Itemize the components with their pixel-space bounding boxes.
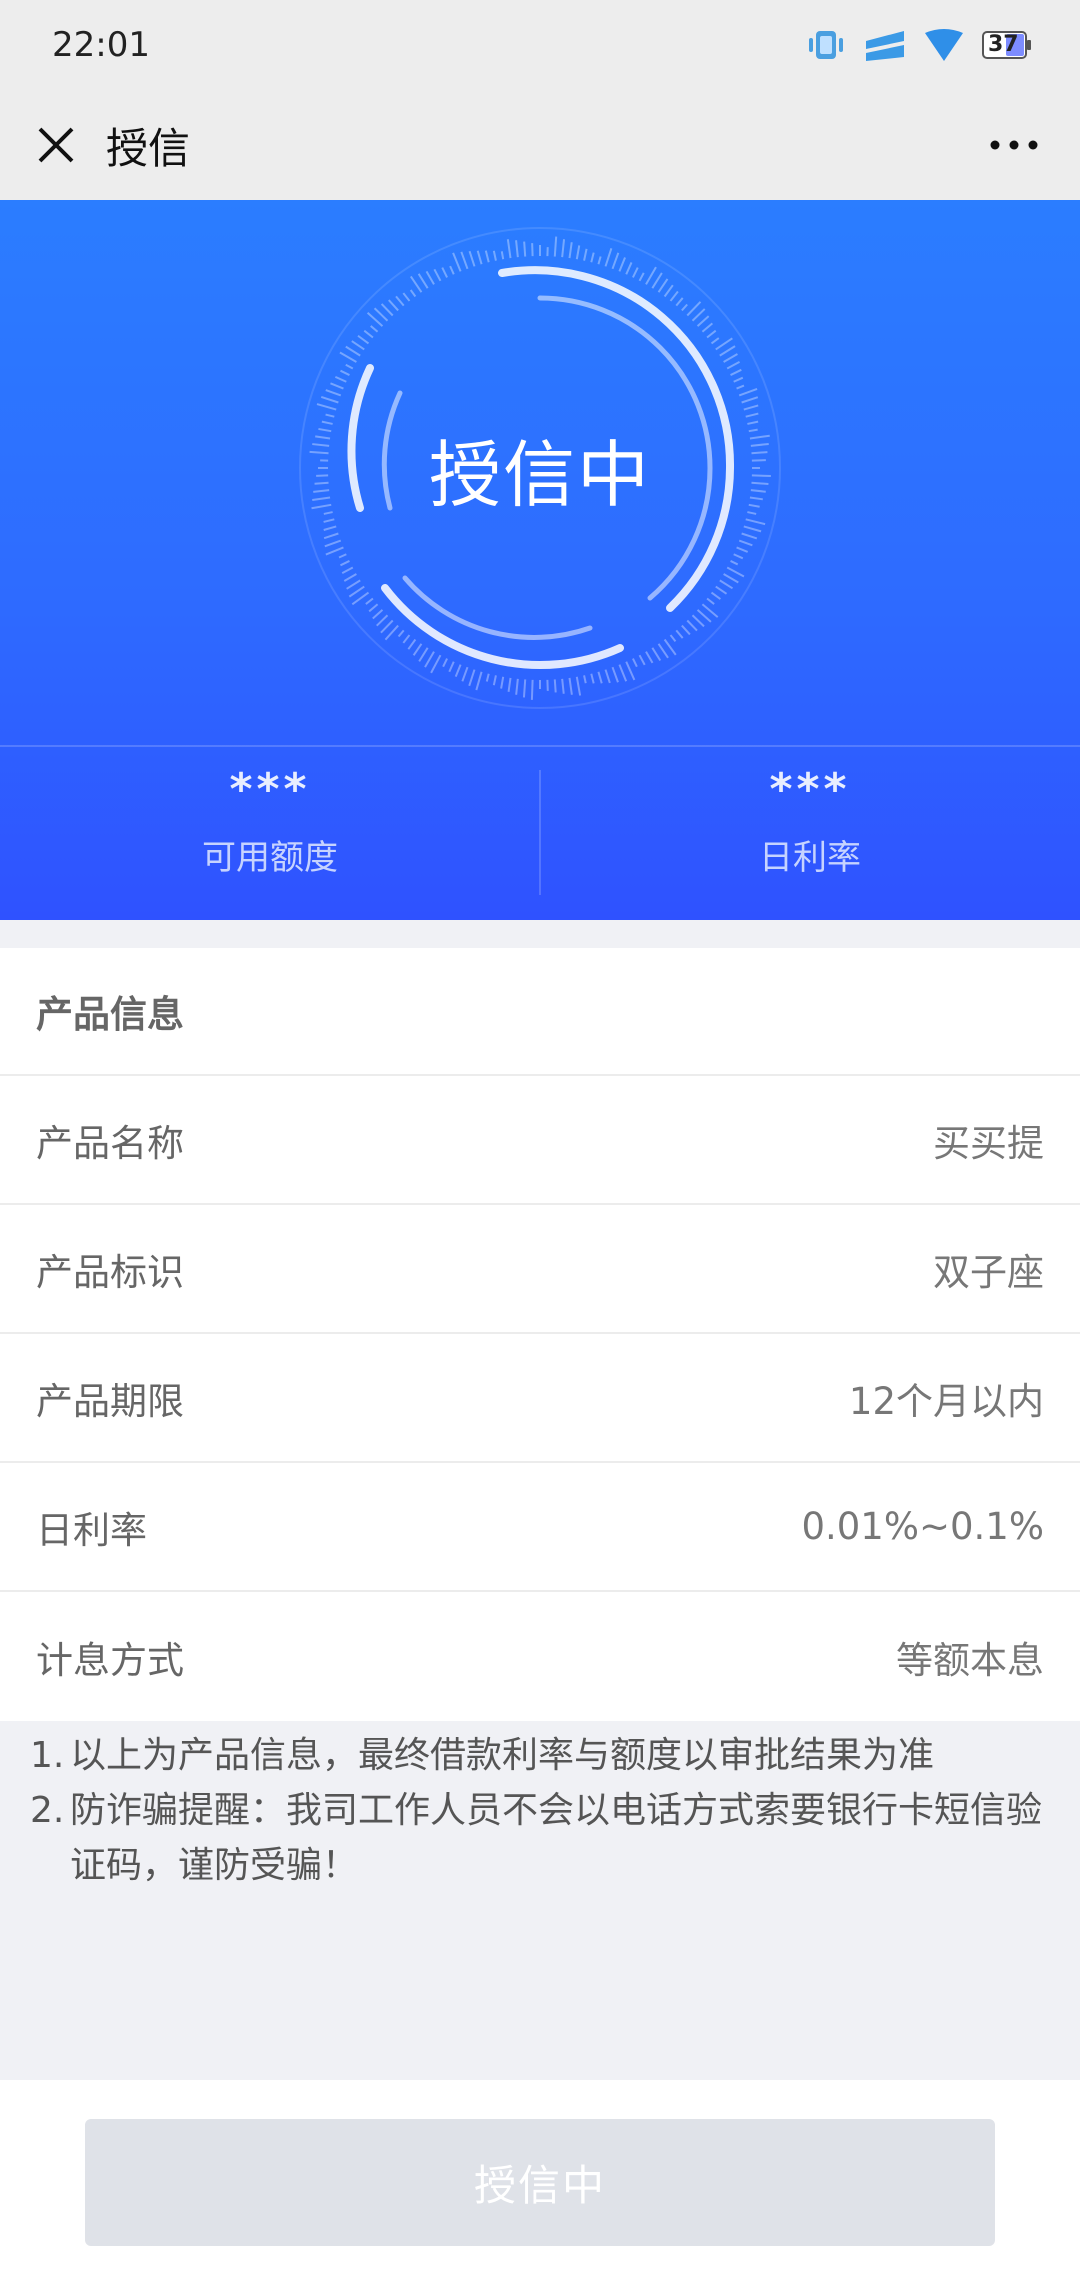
vibrate-icon xyxy=(806,27,846,63)
more-button[interactable] xyxy=(984,125,1044,165)
status-bar: 22:01 37 xyxy=(0,0,1080,90)
page-title: 授信 xyxy=(106,123,191,173)
ring-status-text: 授信中 xyxy=(428,432,651,517)
status-time: 22:01 xyxy=(52,25,150,65)
stat-label: 日利率 xyxy=(759,838,861,878)
row-label: 产品期限 xyxy=(36,1379,184,1423)
info-row: 日利率 0.01%~0.1% xyxy=(0,1463,1080,1592)
note-number: 1. xyxy=(30,1735,65,1776)
note-item: 1. 以上为产品信息，最终借款利率与额度以审批结果为准 xyxy=(30,1728,1044,1783)
nav-bar: 授信 xyxy=(0,90,1080,200)
close-icon xyxy=(38,127,74,163)
row-label: 产品名称 xyxy=(36,1121,184,1165)
info-row: 产品名称 买买提 xyxy=(0,1076,1080,1205)
row-value: 0.01%~0.1% xyxy=(801,1505,1044,1548)
row-value: 12个月以内 xyxy=(848,1379,1044,1423)
stat-label: 可用额度 xyxy=(202,838,338,878)
battery-icon: 37 xyxy=(982,30,1032,60)
close-button[interactable] xyxy=(36,125,76,165)
row-value: 买买提 xyxy=(933,1121,1044,1165)
stat-daily-rate: *** 日利率 xyxy=(540,760,1080,879)
credit-status-button[interactable]: 授信中 xyxy=(85,2119,995,2246)
row-value: 双子座 xyxy=(933,1250,1044,1294)
product-info-card: 产品信息 产品名称 买买提 产品标识 双子座 产品期限 12个月以内 日利率 0… xyxy=(0,948,1080,1721)
progress-ring: 授信中 xyxy=(290,218,790,718)
more-icon xyxy=(990,140,1038,150)
row-label: 日利率 xyxy=(36,1508,147,1552)
row-label: 计息方式 xyxy=(36,1638,184,1682)
status-icons: 37 xyxy=(806,27,1032,63)
row-value: 等额本息 xyxy=(896,1638,1044,1682)
signal-icon xyxy=(864,27,906,63)
section-title: 产品信息 xyxy=(0,948,1080,1076)
stat-value: *** xyxy=(769,764,851,815)
credit-status-hero: 授信中 *** 可用额度 *** 日利率 xyxy=(0,200,1080,920)
info-row: 计息方式 等额本息 xyxy=(0,1592,1080,1721)
row-label: 产品标识 xyxy=(36,1250,184,1294)
note-item: 2. 防诈骗提醒：我司工作人员不会以电话方式索要银行卡短信验证码，谨防受骗！ xyxy=(30,1783,1044,1893)
info-row: 产品期限 12个月以内 xyxy=(0,1334,1080,1463)
note-number: 2. xyxy=(30,1790,65,1831)
bottom-bar: 授信中 xyxy=(0,2080,1080,2280)
hero-divider xyxy=(0,745,1080,747)
info-row: 产品标识 双子座 xyxy=(0,1205,1080,1334)
note-text: 以上为产品信息，最终借款利率与额度以审批结果为准 xyxy=(70,1735,935,1776)
stat-value: *** xyxy=(229,764,311,815)
battery-level: 37 xyxy=(988,32,1019,57)
stat-available-credit: *** 可用额度 xyxy=(0,760,540,879)
wifi-icon xyxy=(924,27,964,63)
notes-section: 1. 以上为产品信息，最终借款利率与额度以审批结果为准 2. 防诈骗提醒：我司工… xyxy=(0,1716,1080,1893)
note-text: 防诈骗提醒：我司工作人员不会以电话方式索要银行卡短信验证码，谨防受骗！ xyxy=(70,1790,1043,1886)
